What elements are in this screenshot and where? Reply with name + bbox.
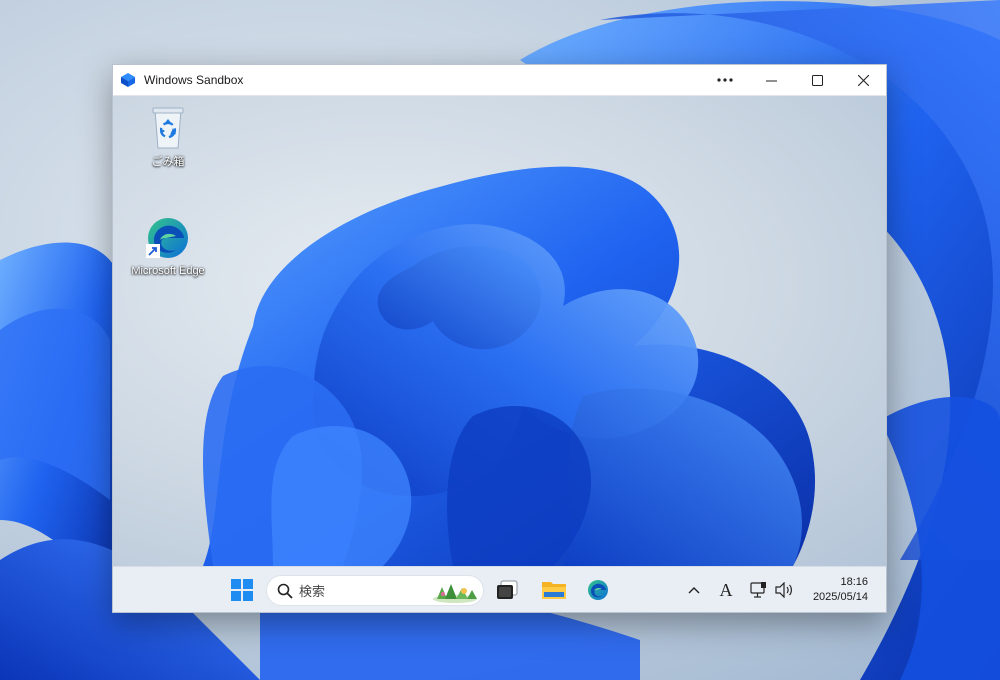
- minimize-button[interactable]: [748, 65, 794, 96]
- start-icon: [231, 579, 253, 601]
- file-explorer-icon: [542, 582, 566, 599]
- show-hidden-icons-button[interactable]: [681, 574, 707, 606]
- edge-icon: [588, 580, 608, 600]
- taskbar: 検索 A 18:16 2025/05/14: [113, 566, 886, 612]
- volume-button[interactable]: [771, 574, 797, 606]
- ime-indicator[interactable]: A: [713, 574, 739, 606]
- search-placeholder: 検索: [299, 585, 326, 600]
- desktop-icon-recycle-bin[interactable]: ごみ箱: [123, 104, 213, 169]
- clock-date: 2025/05/14: [812, 591, 868, 603]
- chevron-up-icon: [688, 587, 700, 594]
- recycle-bin-icon: [152, 107, 184, 149]
- task-view-button[interactable]: [491, 574, 523, 606]
- bloom-wallpaper: [203, 166, 815, 566]
- maximize-icon: [811, 74, 823, 86]
- clock-time: 18:16: [840, 576, 868, 588]
- close-icon: [857, 74, 869, 86]
- close-button[interactable]: [840, 65, 886, 96]
- network-icon: [750, 582, 766, 598]
- edge-icon: [146, 218, 188, 258]
- recycle-bin-label: ごみ箱: [151, 156, 185, 168]
- volume-icon: [775, 582, 792, 598]
- title-bar[interactable]: Windows Sandbox: [113, 65, 886, 96]
- more-icon: [717, 78, 733, 82]
- edge-label: Microsoft Edge: [131, 265, 205, 277]
- maximize-button[interactable]: [794, 65, 840, 96]
- sandbox-desktop[interactable]: ごみ箱 Microsoft Edge: [113, 96, 886, 566]
- sandbox-window: Windows Sandbox ごみ箱 Microsoft Edge 検索 A …: [112, 64, 887, 613]
- taskbar-search-box[interactable]: 検索: [266, 575, 484, 606]
- minimize-icon: [765, 80, 777, 81]
- window-title: Windows Sandbox: [144, 73, 244, 87]
- ime-icon: A: [719, 579, 733, 600]
- sandbox-app-icon: [119, 71, 137, 89]
- search-highlight-icon: [433, 583, 477, 603]
- network-button[interactable]: [745, 574, 771, 606]
- edge-taskbar-button[interactable]: [582, 574, 614, 606]
- more-options-button[interactable]: [702, 65, 748, 96]
- tray-clock[interactable]: 18:16 2025/05/14: [813, 575, 868, 605]
- search-icon: [277, 583, 293, 599]
- task-view-icon: [497, 580, 518, 599]
- desktop-icon-edge[interactable]: Microsoft Edge: [123, 214, 213, 277]
- start-button[interactable]: [226, 574, 258, 606]
- file-explorer-button[interactable]: [538, 574, 570, 606]
